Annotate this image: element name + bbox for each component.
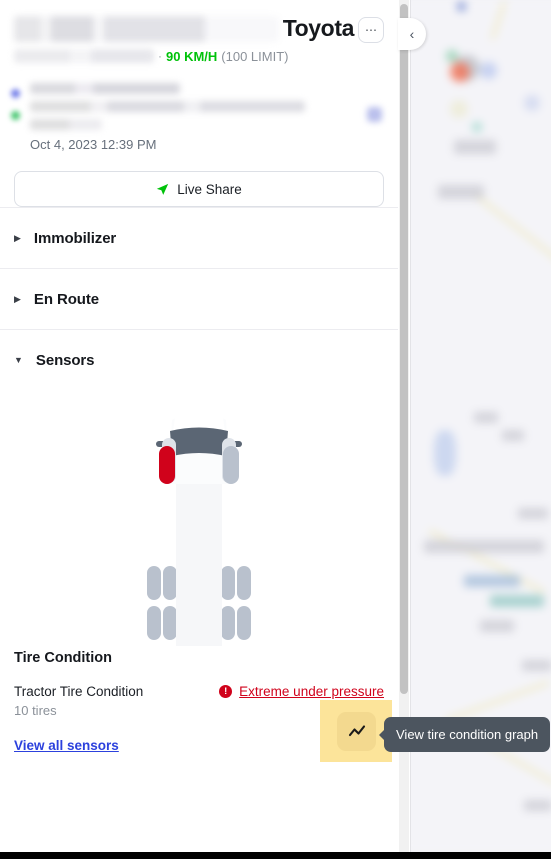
tire-count: 10 tires [14, 703, 57, 718]
live-share-button[interactable]: Live Share [14, 171, 384, 207]
tire-rear-right-outer-2 [237, 606, 251, 640]
tire-rear-left-inner-1 [163, 566, 177, 600]
tooltip-text: View tire condition graph [396, 727, 539, 742]
timeline-dot-start-icon [11, 89, 20, 98]
chevron-down-icon: ▼ [14, 354, 23, 365]
section-immobilizer-label: Immobilizer [33, 229, 117, 247]
tractor-diagram [147, 411, 251, 646]
address-line-1-redacted [30, 83, 180, 94]
tire-rear-right-inner-2 [221, 606, 235, 640]
more-options-button[interactable]: ⋯ [358, 17, 384, 43]
tire-rear-left-inner-2 [163, 606, 177, 640]
vehicle-detail-screen: Toyota ⋯ · 90 KM/H (100 LIMIT) Oct 4, 20… [0, 0, 551, 859]
vehicle-title-row: Toyota ⋯ [14, 14, 384, 43]
address-line-3-redacted [30, 119, 102, 130]
speed-row: · 90 KM/H (100 LIMIT) [14, 47, 384, 65]
tire-rear-right-inner-1 [221, 566, 235, 600]
tire-rear-left-outer-1 [147, 566, 161, 600]
tire-rear-right-outer-1 [237, 566, 251, 600]
chevron-right-icon: ▶ [14, 232, 21, 243]
speed-limit: (100 LIMIT) [221, 48, 289, 64]
chevron-right-icon: ▶ [14, 293, 21, 304]
timeline-dot-end-icon [11, 111, 20, 120]
tire-front-left-alert [159, 446, 175, 484]
current-speed: 90 KM/H [166, 48, 218, 64]
address-line-2-redacted [30, 101, 305, 112]
vehicle-brand: Toyota [282, 15, 355, 41]
location-block: Oct 4, 2023 12:39 PM [0, 83, 398, 155]
chevron-left-icon: ‹ [409, 26, 415, 42]
panel-scrollbar-thumb[interactable] [400, 4, 408, 694]
vehicle-name-redacted [14, 16, 279, 42]
driver-avatar-redacted [367, 107, 382, 122]
windshield [170, 427, 228, 456]
tire-condition-name: Tractor Tire Condition [14, 684, 144, 699]
license-plate-redacted [14, 49, 154, 63]
tire-condition-info: Tractor Tire Condition 10 tires [14, 684, 143, 718]
bottom-bar [0, 852, 551, 859]
vehicle-header: Toyota ⋯ · 90 KM/H (100 LIMIT) [0, 0, 398, 65]
truck-diagram-container [0, 390, 398, 650]
tire-rear-left-outer-2 [147, 606, 161, 640]
graph-button-tooltip: View tire condition graph [384, 717, 551, 752]
ellipsis-icon: ⋯ [365, 23, 377, 37]
view-tire-condition-graph-button[interactable] [337, 712, 376, 751]
tire-condition-status-label: Extreme under pressure [239, 684, 384, 699]
tire-condition-status[interactable]: ! Extreme under pressure [219, 684, 384, 699]
section-immobilizer[interactable]: ▶ Immobilizer [0, 207, 398, 268]
tire-condition-title: Tire Condition [14, 650, 113, 666]
section-sensors-label: Sensors [35, 351, 95, 369]
section-sensors[interactable]: ▼ Sensors [0, 329, 398, 390]
tire-front-right [223, 446, 239, 484]
separator-dot: · [158, 49, 162, 63]
error-circle-icon: ! [219, 685, 233, 698]
view-all-sensors-link[interactable]: View all sensors [14, 738, 119, 753]
section-en-route-label: En Route [33, 290, 99, 308]
live-share-label: Live Share [177, 181, 242, 197]
section-en-route[interactable]: ▶ En Route [0, 268, 398, 329]
navigation-arrow-icon [157, 183, 169, 195]
line-chart-icon [348, 724, 365, 736]
location-timestamp: Oct 4, 2023 12:39 PM [30, 137, 157, 152]
